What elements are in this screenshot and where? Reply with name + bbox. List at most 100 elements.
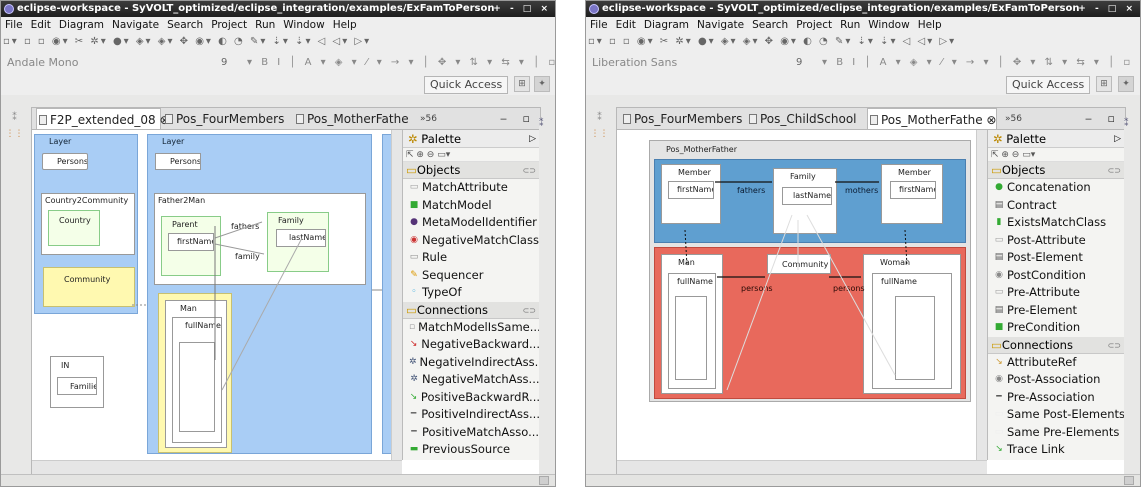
palette-collapse-icon[interactable]: ▷ bbox=[1114, 130, 1121, 148]
main-toolbar[interactable]: ▫▾ ▫ ▫ ◉▾ ✂ ✲▾ ●▾ ◈▾ ◈▾ ✥ ◉▾ ◐ ◔ ✎▾ ⇣▾ ⇣… bbox=[1, 33, 555, 51]
connections-drawer[interactable]: ▭Connections ⊂⊃ bbox=[403, 301, 540, 319]
palette-item[interactable]: ▭ Same Pre-Elements bbox=[988, 424, 1125, 442]
menu-edit[interactable]: Edit bbox=[616, 19, 636, 31]
lastname-attr[interactable]: lastName bbox=[782, 187, 832, 205]
community-node[interactable]: Community bbox=[767, 254, 831, 274]
menu-run[interactable]: Run bbox=[255, 19, 275, 31]
min-max-icon[interactable]: ‒ ▫ bbox=[1085, 108, 1121, 129]
palette-item[interactable]: ▤ Post-Element bbox=[988, 249, 1125, 267]
quick-access-field[interactable]: Quick Access bbox=[424, 76, 509, 94]
min-max-icon[interactable]: ‒ ▫ bbox=[500, 108, 536, 129]
menu-diagram[interactable]: Diagram bbox=[644, 19, 689, 31]
palette-item[interactable]: ▬ PreviousSource bbox=[403, 441, 540, 459]
drawer-pin-icon[interactable]: ⊂⊃ bbox=[523, 162, 536, 179]
layer-node[interactable]: Layer Persons Country2Community Country … bbox=[34, 134, 138, 314]
country2community-node[interactable]: Country2Community Country bbox=[41, 193, 135, 255]
palette-item[interactable]: ↘ Trace Link bbox=[988, 441, 1125, 459]
minimized-view-icon[interactable]: ⁑ bbox=[1, 113, 28, 123]
diagram-canvas[interactable]: Pos_MotherFather Member firstName Family… bbox=[617, 130, 987, 460]
precondition-area[interactable]: Member firstName Family lastName Member … bbox=[654, 159, 966, 243]
tab-pos-fourmembers[interactable]: Pos_FourMembers bbox=[621, 108, 743, 129]
menu-edit[interactable]: Edit bbox=[31, 19, 51, 31]
menu-help[interactable]: Help bbox=[333, 19, 357, 31]
palette-item[interactable]: ◉ NegativeMatchClass bbox=[403, 232, 540, 250]
palette-item[interactable]: ▭ MatchAttribute bbox=[403, 179, 540, 197]
horizontal-scrollbar[interactable] bbox=[617, 460, 987, 474]
tab-pos-motherfathe[interactable]: Pos_MotherFathe bbox=[294, 108, 412, 129]
modeling-perspective-icon[interactable]: ✦ bbox=[534, 76, 550, 92]
window-controls[interactable]: + - □ × bbox=[1078, 1, 1136, 17]
lastname-attr[interactable]: lastName bbox=[276, 229, 326, 247]
quick-access-field[interactable]: Quick Access bbox=[1006, 76, 1091, 94]
country-node[interactable]: Country bbox=[48, 210, 100, 246]
palette-item[interactable]: ◉ PostCondition bbox=[988, 267, 1125, 285]
minimized-view-icon[interactable]: ⁑ bbox=[586, 113, 613, 123]
family-node[interactable]: Family lastName bbox=[773, 168, 837, 234]
woman-node[interactable]: Woman fullName bbox=[863, 254, 961, 394]
menu-project[interactable]: Project bbox=[796, 19, 832, 31]
restore-icon[interactable]: ⁑ bbox=[539, 119, 555, 129]
palette-item[interactable]: ━ Pre-Association bbox=[988, 389, 1125, 407]
palette-item[interactable]: ↘ AttributeRef bbox=[988, 354, 1125, 372]
palette-item[interactable]: ▭ Same Post-Elements bbox=[988, 406, 1125, 424]
window-controls[interactable]: + - □ × bbox=[493, 1, 551, 17]
font-name-select[interactable]: Liberation Sans bbox=[592, 54, 677, 71]
tab-overflow[interactable]: »56 bbox=[1005, 108, 1022, 129]
firstname-attr[interactable]: firstName bbox=[668, 181, 714, 199]
palette-item[interactable]: ▮ ExistsMatchClass bbox=[988, 214, 1125, 232]
restore-icon[interactable]: ⁑ bbox=[1124, 119, 1140, 129]
menu-navigate[interactable]: Navigate bbox=[112, 19, 159, 31]
persons-node[interactable]: Persons bbox=[155, 153, 201, 170]
palette-item[interactable]: ◉ Post-Association bbox=[988, 371, 1125, 389]
diagram-canvas[interactable]: Layer Persons Country2Community Country … bbox=[32, 130, 402, 460]
man-node[interactable]: Man fullName bbox=[158, 293, 232, 453]
menu-window[interactable]: Window bbox=[868, 19, 909, 31]
tab-f2p-extended[interactable]: F2P_extended_08 ⊗ bbox=[36, 108, 170, 129]
man-node[interactable]: Man fullName bbox=[661, 254, 723, 394]
drawer-pin-icon[interactable]: ⊂⊃ bbox=[1108, 337, 1121, 354]
tab-pos-fourmembers[interactable]: Pos_FourMembers bbox=[163, 108, 288, 129]
in-node[interactable]: IN Families bbox=[50, 356, 104, 408]
palette-tools[interactable]: ⇱ ⊕ ⊖ ▭▾ bbox=[403, 148, 540, 162]
modeling-perspective-icon[interactable]: ✦ bbox=[1118, 76, 1134, 92]
font-name-select[interactable]: Andale Mono bbox=[7, 54, 78, 71]
drawer-pin-icon[interactable]: ⊂⊃ bbox=[1108, 162, 1121, 179]
father2man-node[interactable]: Father2Man Parent firstName fathers fami… bbox=[154, 193, 366, 285]
palette-item[interactable]: ■ PreCondition bbox=[988, 319, 1125, 337]
horizontal-scrollbar[interactable] bbox=[32, 460, 402, 474]
menu-search[interactable]: Search bbox=[167, 19, 203, 31]
connections-drawer[interactable]: ▭Connections ⊂⊃ bbox=[988, 336, 1125, 354]
palette-item[interactable]: ● MetaModelIdentifier bbox=[403, 214, 540, 232]
member-node[interactable]: Member firstName bbox=[881, 164, 943, 224]
palette-item[interactable]: ✲ NegativeMatchAss... bbox=[403, 371, 540, 389]
rule-node[interactable]: Pos_MotherFather Member firstName Family… bbox=[649, 140, 971, 402]
palette-item[interactable]: ▫ MatchModelIsSame... bbox=[403, 319, 540, 337]
menu-project[interactable]: Project bbox=[211, 19, 247, 31]
outline-icon[interactable]: ⋮⋮ bbox=[1, 129, 28, 139]
open-perspective-icon[interactable]: ⊞ bbox=[1096, 76, 1112, 92]
palette-item[interactable]: ▭ Rule bbox=[403, 249, 540, 267]
main-toolbar[interactable]: ▫▾ ▫ ▫ ◉▾ ✂ ✲▾ ●▾ ◈▾ ◈▾ ✥ ◉▾ ◐ ◔ ✎▾ ⇣▾ ⇣… bbox=[586, 33, 1140, 51]
community-node[interactable]: Community bbox=[43, 267, 135, 307]
palette-item[interactable]: ● Concatenation bbox=[988, 179, 1125, 197]
palette-item[interactable]: ▤ Pre-Element bbox=[988, 302, 1125, 320]
format-tools[interactable]: ▾ B I │ A ▾ ◈ ▾ ⁄ ▾ → ▾ │ ✥ ▾ ⇅ ▾ ⇆ ▾ │ … bbox=[247, 54, 555, 71]
objects-drawer[interactable]: ▭Objects ⊂⊃ bbox=[403, 162, 540, 179]
menu-diagram[interactable]: Diagram bbox=[59, 19, 104, 31]
palette-tools[interactable]: ⇱ ⊕ ⊖ ▭▾ bbox=[988, 148, 1125, 162]
firstname-attr[interactable]: firstName bbox=[168, 233, 214, 251]
persons-node[interactable]: Persons bbox=[42, 153, 88, 170]
menu-run[interactable]: Run bbox=[840, 19, 860, 31]
family-node[interactable]: Family lastName bbox=[267, 212, 329, 272]
postcondition-area[interactable]: Man fullName Community Woman fullName pe… bbox=[654, 247, 966, 399]
palette-item[interactable]: ━ PositiveMatchAsso... bbox=[403, 424, 540, 442]
member-node[interactable]: Member firstName bbox=[661, 164, 721, 224]
palette-item[interactable]: ↘ PositiveBackwardR... bbox=[403, 389, 540, 407]
palette-item[interactable]: ■ MatchModel bbox=[403, 197, 540, 215]
objects-drawer[interactable]: ▭Objects ⊂⊃ bbox=[988, 162, 1125, 179]
fullname-attr[interactable]: fullName bbox=[668, 273, 716, 389]
tab-pos-childschool[interactable]: Pos_ChildSchool bbox=[747, 108, 863, 129]
palette-collapse-icon[interactable]: ▷ bbox=[529, 130, 536, 148]
palette-item[interactable]: ━ PositiveIndirectAss... bbox=[403, 406, 540, 424]
fullname-attr[interactable]: fullName bbox=[872, 273, 952, 389]
